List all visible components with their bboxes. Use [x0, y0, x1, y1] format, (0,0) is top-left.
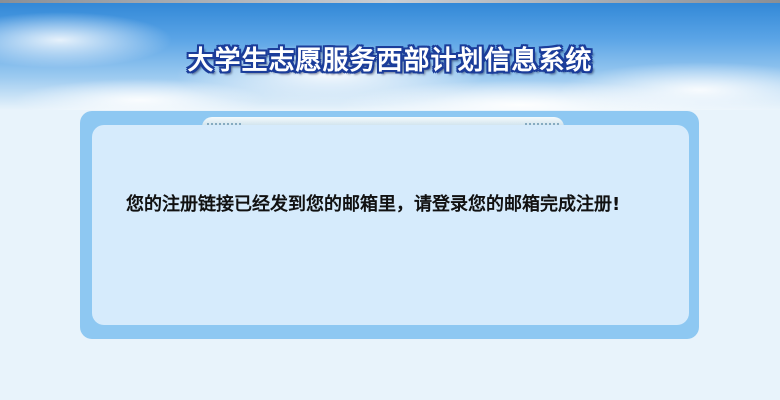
registration-message: 您的注册链接已经发到您的邮箱里，请登录您的邮箱完成注册! [126, 194, 621, 215]
page-title: 大学生志愿服务西部计划信息系统 [187, 46, 593, 76]
page: 大学生志愿服务西部计划信息系统 您的注册链接已经发到您的邮箱里，请登录您的邮箱完… [0, 0, 780, 400]
message-panel-body: 您的注册链接已经发到您的邮箱里，请登录您的邮箱完成注册! [92, 125, 689, 325]
top-edge [0, 0, 780, 3]
message-panel: 您的注册链接已经发到您的邮箱里，请登录您的邮箱完成注册! [80, 111, 699, 339]
sky-banner: 大学生志愿服务西部计划信息系统 [0, 0, 780, 110]
